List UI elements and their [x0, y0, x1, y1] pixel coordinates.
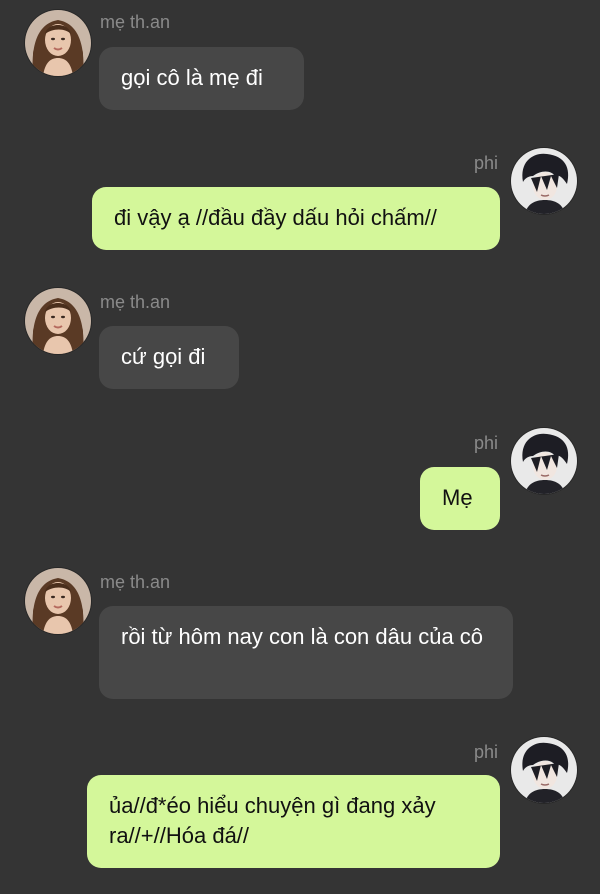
message-bubble[interactable]: Mẹ	[420, 467, 500, 530]
message-bubble[interactable]: rồi từ hôm nay con là con dâu của cô	[99, 606, 513, 699]
user-avatar[interactable]	[511, 737, 577, 803]
contact-avatar[interactable]	[25, 10, 91, 76]
user-avatar[interactable]	[511, 148, 577, 214]
sender-name: mẹ th.an	[100, 572, 171, 592]
sender-name: mẹ th.an	[100, 292, 171, 312]
user-avatar[interactable]	[511, 428, 577, 494]
contact-avatar[interactable]	[25, 568, 91, 634]
message-bubble[interactable]: gọi cô là mẹ đi	[99, 47, 304, 110]
sender-name: phi	[474, 153, 499, 173]
sender-name: phi	[474, 433, 499, 453]
sender-name: phi	[474, 742, 499, 762]
message-bubble[interactable]: cứ gọi đi	[99, 326, 239, 389]
message-bubble[interactable]: đi vậy ạ //đầu đầy dấu hỏi chấm//	[92, 187, 500, 250]
contact-avatar[interactable]	[25, 288, 91, 354]
sender-name: mẹ th.an	[100, 12, 171, 32]
message-bubble[interactable]: ủa//đ*éo hiểu chuyện gì đang xảy ra//+//…	[87, 775, 500, 868]
